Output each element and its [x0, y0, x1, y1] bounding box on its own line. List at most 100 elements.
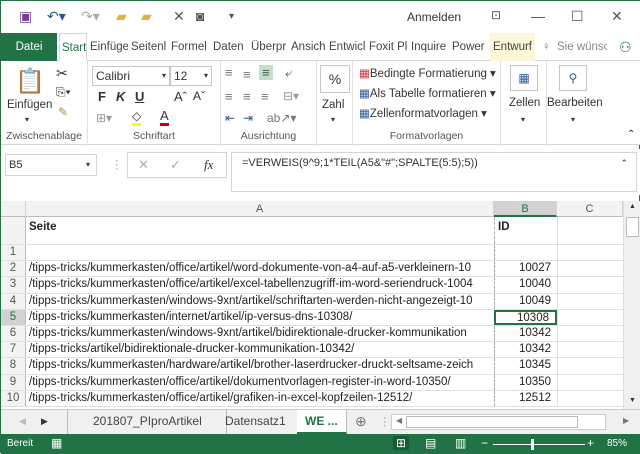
drag-handle-icon[interactable]: ⋮ — [111, 157, 123, 171]
editing-dropdown-icon[interactable]: ▾ — [571, 115, 575, 124]
cell-c[interactable] — [557, 217, 623, 244]
tell-me-box[interactable]: Sie wünsc — [557, 33, 607, 61]
redo-icon[interactable]: ↷▾ — [81, 8, 100, 25]
cancel-icon[interactable]: ✕ — [138, 156, 149, 174]
cell-c[interactable] — [557, 245, 623, 261]
editing-button[interactable]: Bearbeiten — [547, 97, 603, 109]
close-button[interactable]: ✕ — [611, 8, 623, 25]
percent-icon[interactable]: % — [320, 65, 350, 93]
tab-developer[interactable]: Entwicl — [329, 33, 365, 61]
share-user-icon[interactable]: ⚇ — [619, 33, 632, 61]
cell-b[interactable]: 10350 — [494, 374, 557, 390]
paste-button[interactable]: Einfügen — [7, 99, 52, 111]
cell-a[interactable]: /tipps-tricks/kummerkasten/office/artike… — [29, 375, 493, 390]
cell-b[interactable]: 10342 — [494, 326, 557, 342]
copy-icon[interactable]: ⎘▾ — [56, 85, 71, 100]
font-name-select[interactable]: Calibri ▾ — [92, 66, 170, 86]
cell-a-header[interactable]: Seite — [29, 217, 493, 244]
row-header[interactable]: 5 — [1, 309, 26, 325]
sheet-tab[interactable]: 201807_PIproArtikel — [67, 410, 227, 434]
zoom-out-button[interactable]: − — [481, 436, 488, 450]
cell-a[interactable] — [29, 245, 493, 260]
scroll-left-icon[interactable]: ◀ — [396, 416, 402, 425]
wrap-text-icon[interactable]: ⤶ — [285, 65, 292, 81]
upload-folder-icon[interactable]: ▰ — [141, 8, 152, 25]
cells-dropdown-icon[interactable]: ▾ — [521, 115, 525, 124]
align-left-icon[interactable]: ≡ — [225, 89, 233, 104]
splitter-icon[interactable]: ⋮ — [379, 414, 391, 428]
page-break-view-icon[interactable]: ▥ — [455, 436, 466, 450]
tab-review[interactable]: Überpr — [251, 33, 287, 61]
bold-button[interactable]: F — [98, 89, 106, 104]
tab-file[interactable]: Datei — [1, 33, 57, 61]
zoom-slider[interactable] — [493, 444, 585, 445]
paste-dropdown-icon[interactable]: ▾ — [25, 115, 29, 124]
format-painter-icon[interactable]: ✎ — [58, 105, 68, 119]
borders-icon[interactable]: ⊞▾ — [96, 111, 112, 125]
decrease-indent-icon[interactable]: ⇤ — [225, 111, 235, 125]
row-header[interactable]: 9 — [1, 374, 26, 390]
font-size-select[interactable]: 12 ▾ — [170, 66, 212, 86]
conditional-formatting-button[interactable]: ▦Bedingte Formatierung ▾ — [359, 66, 496, 80]
number-button[interactable]: Zahl — [322, 99, 344, 111]
cell-c[interactable] — [557, 390, 623, 406]
tab-inquire[interactable]: Inquire — [411, 33, 449, 61]
align-top-icon[interactable]: ≡ — [225, 65, 233, 80]
select-all-corner[interactable] — [1, 201, 26, 217]
macro-record-icon[interactable]: ▦ — [51, 436, 62, 450]
column-header-b[interactable]: B — [494, 201, 557, 217]
increase-indent-icon[interactable]: ⇥ — [243, 111, 253, 125]
row-header[interactable] — [1, 217, 26, 244]
cell-b-selected[interactable]: 10308 — [494, 309, 557, 325]
save-icon[interactable]: ▣ — [19, 8, 32, 25]
cell-a[interactable]: /tipps-tricks/kummerkasten/office/artike… — [29, 277, 493, 292]
align-center-icon[interactable]: ≡ — [243, 89, 251, 104]
formula-input[interactable]: =VERWEIS(9^9;1*TEIL(A5&"#";SPALTE(5:5);5… — [231, 152, 637, 192]
cell-b[interactable]: 10342 — [494, 342, 557, 358]
column-header-c[interactable]: C — [557, 201, 623, 217]
cells-button[interactable]: Zellen — [509, 97, 540, 109]
row-header[interactable]: 4 — [1, 293, 26, 309]
underline-button[interactable]: U — [135, 89, 144, 104]
cell-c[interactable] — [557, 261, 623, 277]
row-header[interactable]: 1 — [1, 245, 26, 261]
minimize-button[interactable]: — — [531, 8, 545, 24]
cell-b[interactable]: 10049 — [494, 293, 557, 309]
format-as-table-button[interactable]: ▦Als Tabelle formatieren ▾ — [359, 86, 496, 100]
align-right-icon[interactable]: ≡ — [261, 89, 269, 104]
horizontal-scrollbar[interactable]: ◀ — [391, 414, 606, 430]
name-box[interactable]: B5 ▾ — [5, 154, 97, 176]
font-color-icon[interactable]: A — [160, 108, 169, 126]
cell-a[interactable]: /tipps-tricks/kummerkasten/windows-9xnt/… — [29, 294, 493, 309]
shrink-font-icon[interactable]: Aˇ — [193, 89, 205, 103]
zoom-slider-thumb[interactable] — [531, 439, 534, 450]
cell-b[interactable]: 10345 — [494, 358, 557, 374]
cell-c[interactable] — [557, 277, 623, 293]
scroll-thumb[interactable] — [626, 217, 639, 237]
scroll-up-icon[interactable]: ▲ — [629, 203, 636, 210]
customize-icon[interactable]: ▾ — [229, 11, 234, 22]
normal-view-icon[interactable]: ⊞ — [393, 436, 410, 450]
page-layout-view-icon[interactable]: ▤ — [425, 436, 436, 450]
enter-icon[interactable]: ✓ — [170, 156, 181, 174]
row-header[interactable]: 8 — [1, 358, 26, 374]
row-header[interactable]: 6 — [1, 326, 26, 342]
row-header[interactable]: 10 — [1, 390, 26, 406]
h-scroll-thumb[interactable] — [406, 416, 578, 428]
cell-c[interactable] — [557, 293, 623, 309]
tab-start[interactable]: Start — [59, 33, 87, 61]
cell-a[interactable]: /tipps-tricks/kummerkasten/internet/arti… — [29, 310, 493, 325]
close-file-icon[interactable]: ✕ — [173, 8, 185, 25]
align-bottom-icon[interactable]: ≡ — [259, 65, 273, 80]
insert-function-button[interactable]: fx — [204, 156, 213, 174]
cell-c[interactable] — [557, 309, 623, 325]
ribbon-display-icon[interactable]: ⊡ — [491, 8, 501, 22]
scroll-right-icon[interactable]: ▶ — [623, 416, 629, 425]
row-header[interactable]: 2 — [1, 261, 26, 277]
cut-icon[interactable]: ✂ — [56, 65, 68, 82]
cell-a[interactable]: /tipps-tricks/kummerkasten/office/artike… — [29, 391, 493, 406]
merge-icon[interactable]: ⊟▾ — [283, 89, 299, 103]
tab-power[interactable]: Power — [452, 33, 486, 61]
tab-view[interactable]: Ansich — [291, 33, 325, 61]
prev-sheet-icon[interactable]: ◀ — [19, 416, 26, 427]
